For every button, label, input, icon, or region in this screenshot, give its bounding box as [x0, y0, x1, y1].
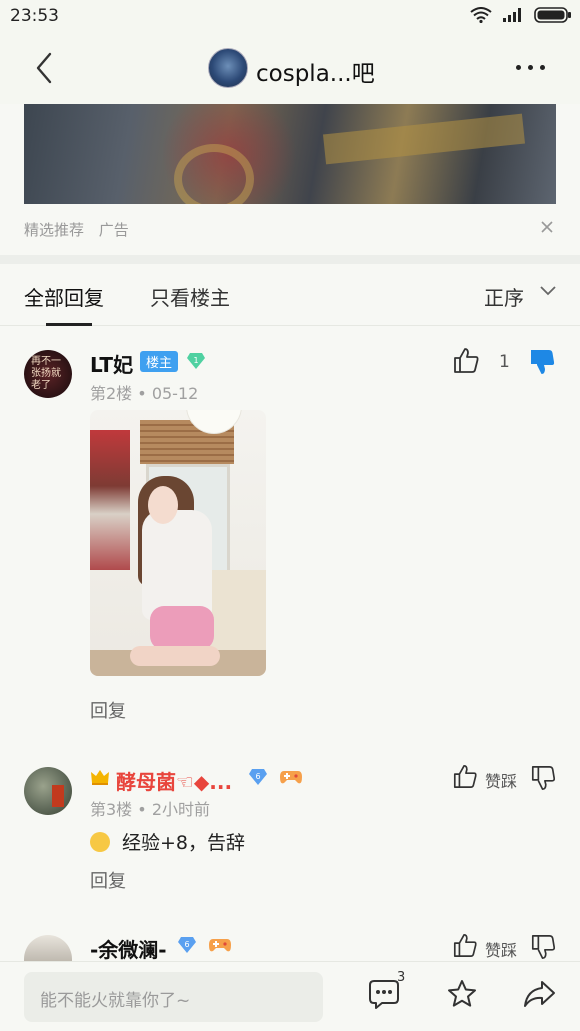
reply-button[interactable]: 回复 — [90, 867, 126, 893]
dislike-thumb-icon[interactable] — [530, 765, 556, 791]
comment-count-badge: 3 — [397, 970, 406, 985]
comment-bubble-icon[interactable] — [368, 978, 400, 1010]
like-thumb-icon[interactable] — [452, 763, 478, 789]
back-arrow-icon[interactable] — [28, 48, 64, 88]
level-number: 6 — [255, 772, 260, 781]
level-gem-icon: 6 — [249, 769, 267, 785]
post-meta: 第3楼 • 2小时前 — [90, 800, 210, 819]
more-options-icon[interactable] — [516, 65, 545, 70]
like-thumb-icon[interactable] — [452, 346, 480, 374]
dislike-thumb-icon[interactable] — [530, 934, 556, 960]
like-thumb-icon[interactable] — [452, 932, 478, 958]
battery-icon — [534, 7, 571, 23]
forum-title[interactable]: cospla...吧 — [256, 54, 375, 88]
smiley-emoji-icon — [90, 831, 110, 852]
like-dislike-label: 赞踩 — [485, 941, 518, 960]
username[interactable]: 酵母菌☜◆... — [116, 766, 232, 795]
level-gem-icon: 1 — [187, 353, 205, 369]
tab-all-replies[interactable]: 全部回复 — [24, 282, 104, 311]
forum-avatar[interactable] — [208, 48, 248, 88]
user-avatar[interactable]: 再不一张扬就老了 — [24, 350, 72, 398]
section-divider — [0, 255, 580, 264]
post-text: 经验+8，告辞 — [122, 832, 246, 854]
username[interactable]: LT妃 — [90, 349, 133, 378]
active-tab-indicator — [46, 323, 92, 326]
close-ad-icon[interactable] — [540, 220, 554, 234]
like-dislike-label: 赞踩 — [485, 772, 518, 791]
bottom-bar: 能不能火就靠你了~ 3 — [0, 961, 580, 1031]
level-gem-icon: 6 — [178, 937, 196, 953]
post-time: 05-12 — [151, 384, 199, 403]
post-content: 经验+8，告辞 — [90, 828, 245, 855]
level-number: 6 — [184, 940, 189, 949]
status-time: 23:53 — [10, 6, 59, 26]
post-time: 2小时前 — [151, 800, 210, 819]
reply-button[interactable]: 回复 — [90, 697, 126, 723]
star-favorite-icon[interactable] — [446, 978, 478, 1010]
floor-number: 第2楼 — [90, 384, 133, 403]
reply-input[interactable]: 能不能火就靠你了~ — [24, 972, 323, 1022]
sort-order-button[interactable]: 正序 — [484, 282, 524, 311]
wifi-icon — [470, 7, 492, 23]
chevron-down-icon[interactable] — [540, 286, 556, 296]
floor-number: 第3楼 — [90, 800, 133, 819]
gamepad-icon — [209, 939, 231, 952]
share-arrow-icon[interactable] — [522, 978, 556, 1010]
status-bar: 23:53 — [0, 0, 580, 32]
tab-op-only[interactable]: 只看楼主 — [150, 282, 230, 311]
post-photo[interactable] — [90, 410, 266, 676]
ad-label: 广告 — [98, 221, 129, 239]
status-icons — [470, 7, 572, 23]
app-header: cospla...吧 — [0, 32, 580, 104]
crown-icon — [91, 770, 109, 785]
like-count: 1 — [499, 352, 510, 372]
signal-icon — [503, 8, 521, 22]
post-meta: 第2楼 • 05-12 — [90, 384, 199, 403]
host-badge: 楼主 — [140, 351, 179, 372]
level-number: 1 — [193, 356, 198, 365]
gamepad-icon — [280, 771, 302, 784]
ad-banner-image[interactable] — [24, 104, 556, 204]
user-avatar[interactable] — [24, 767, 72, 815]
ad-labels: 精选推荐 广告 — [24, 219, 129, 240]
dislike-thumb-icon[interactable] — [528, 348, 556, 376]
username[interactable]: -余微澜- — [90, 934, 167, 963]
ad-recommend-label: 精选推荐 — [24, 221, 85, 239]
reply-tabs: 全部回复 只看楼主 正序 — [0, 264, 580, 326]
